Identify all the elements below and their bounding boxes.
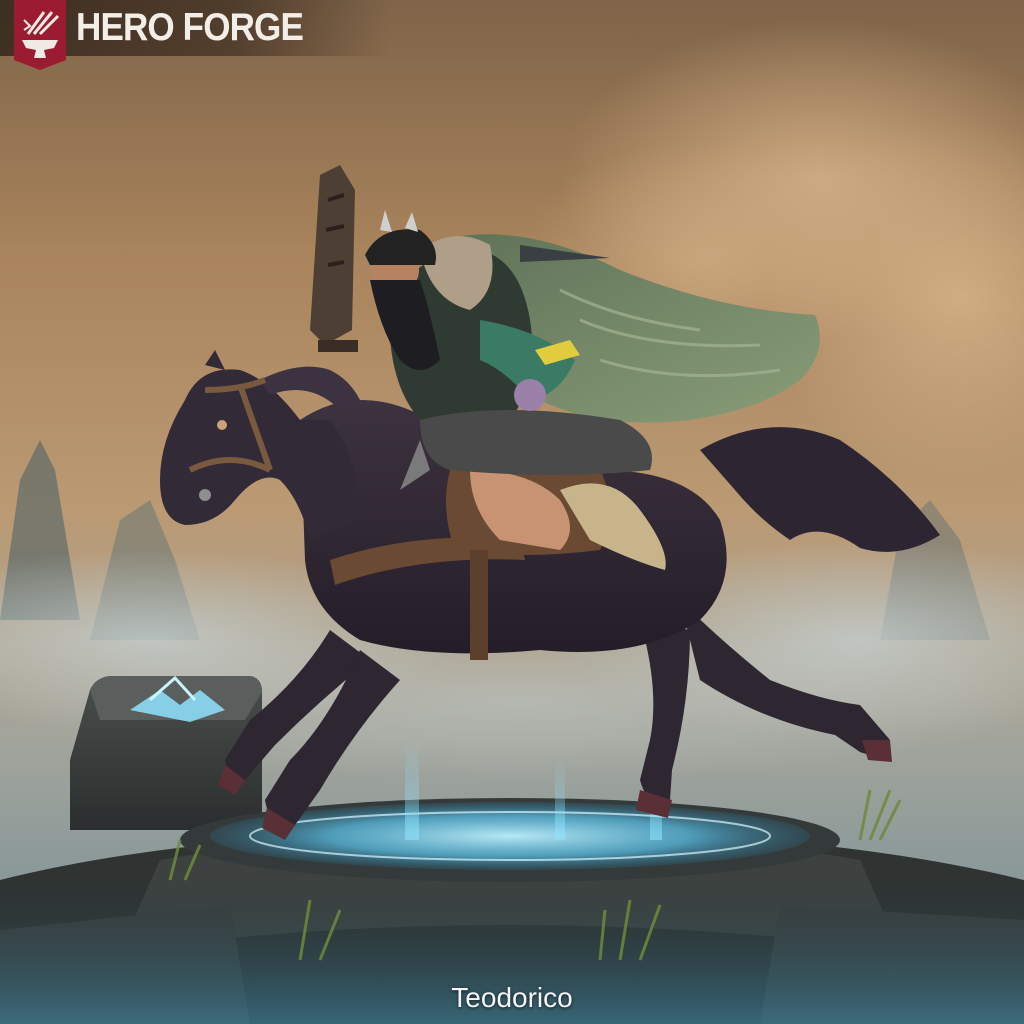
character-name: Teodorico [451,982,573,1013]
hero-forge-anvil-icon [14,0,66,70]
miniature-render [0,0,1024,1024]
brand-header[interactable]: HERO FORGE [0,0,390,70]
miniature-viewer: HERO FORGE Teodorico [0,0,1024,1024]
brand-name: HERO FORGE [76,6,304,49]
